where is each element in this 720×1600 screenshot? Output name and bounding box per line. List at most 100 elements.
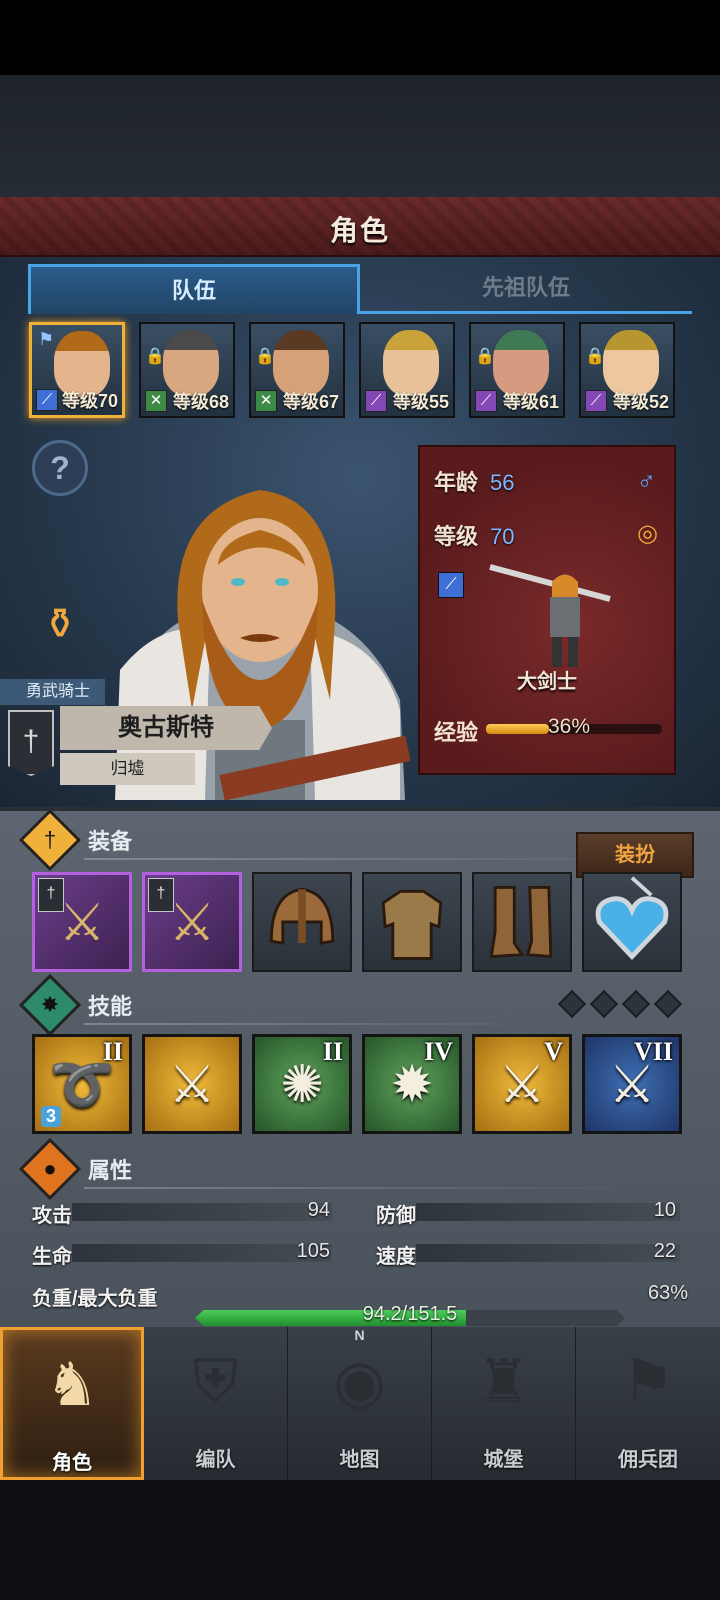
attack-label: 攻击: [32, 1205, 72, 1227]
banner-icon: †: [148, 878, 174, 912]
exp-percent: 36%: [548, 715, 591, 738]
banner-icon: †: [38, 878, 64, 912]
skill-rank: II: [102, 1037, 123, 1066]
guild-banner-icon: †: [8, 710, 54, 776]
person-icon: ●: [43, 1156, 57, 1181]
compass-map-icon: ◉: [333, 1348, 386, 1415]
dagger-icon: †: [43, 827, 57, 852]
equipment-slot-weapon[interactable]: ⚔ †: [32, 872, 132, 972]
ring-icon: ◎: [637, 520, 658, 547]
exp-bar-fill: [486, 724, 550, 734]
page-title: 角色: [329, 215, 390, 246]
nav-character[interactable]: ♞ 角色: [0, 1327, 144, 1480]
character-portrait: [115, 490, 411, 800]
nav-label: 地图: [339, 1449, 380, 1471]
leader-flag-icon: ⚑: [38, 329, 55, 349]
lock-icon: 🔒: [145, 348, 165, 365]
lock-icon: 🔒: [585, 348, 605, 365]
potion-bag-icon[interactable]: ⚱: [32, 596, 88, 652]
nav-map[interactable]: N ◉ 地图: [288, 1327, 432, 1480]
star-icon: ✸: [40, 992, 60, 1017]
top-backdrop: [0, 75, 720, 197]
skill-slot[interactable]: ⚔: [142, 1034, 242, 1134]
nav-label: 角色: [52, 1452, 92, 1474]
hero-card[interactable]: 🔒 ✕ 等级68: [139, 322, 235, 418]
armor-icon: [381, 889, 443, 960]
tab-ancestor-team[interactable]: 先祖队伍: [360, 264, 692, 314]
lock-icon: 🔒: [255, 348, 275, 365]
boots-icon: [489, 886, 553, 959]
skill-rank: II: [322, 1037, 343, 1066]
hero-level: 等级70: [61, 391, 118, 411]
skill-rank: VII: [633, 1037, 673, 1066]
heart-amulet-icon: [595, 876, 669, 961]
skill-slot[interactable]: ⚔ VII: [582, 1034, 682, 1134]
hero-card[interactable]: ⟋ 等级55: [359, 322, 455, 418]
speed-label: 速度: [376, 1246, 416, 1268]
tab-team[interactable]: 队伍: [28, 264, 360, 314]
hero-portrait: [273, 330, 329, 396]
equipment-slot-boots[interactable]: [472, 872, 572, 972]
equipment-slot-amulet[interactable]: [582, 872, 682, 972]
defense-value: 10: [653, 1199, 676, 1221]
skill-slot[interactable]: ✺ II: [252, 1034, 352, 1134]
load-percent: 63%: [647, 1282, 688, 1304]
skill-stack-count: 3: [41, 1106, 62, 1127]
hero-portrait: [383, 330, 439, 396]
attributes-title: 属性: [88, 1158, 133, 1183]
divider: [84, 858, 644, 860]
hero-portrait: [163, 330, 219, 396]
male-icon: ♂: [636, 465, 657, 495]
age-row: 年龄 56: [434, 465, 515, 497]
speed-value: 22: [653, 1240, 676, 1262]
equipment-title: 装备: [88, 829, 133, 854]
class-name: 大剑士: [517, 671, 577, 693]
attributes-header: ● 属性: [18, 1137, 708, 1201]
title-banner: 角色: [0, 197, 720, 257]
hero-card[interactable]: ⚑ ⟋ 等级70: [29, 322, 125, 418]
sword-class-icon: ⟋: [438, 572, 464, 598]
hero-level: 等级61: [502, 392, 559, 412]
skill-slot[interactable]: ⚔ V: [472, 1034, 572, 1134]
defense-label: 防御: [376, 1205, 416, 1227]
help-button[interactable]: ?: [32, 440, 88, 496]
equipment-slot-weapon[interactable]: ⚔ †: [142, 872, 242, 972]
skill-slot[interactable]: ➰ II 3: [32, 1034, 132, 1134]
hp-label: 生命: [32, 1246, 72, 1268]
age-label: 年龄: [434, 470, 479, 495]
nav-label: 佣兵团: [618, 1449, 678, 1471]
hero-card[interactable]: 🔒 ⟋ 等级61: [469, 322, 565, 418]
nav-label: 城堡: [483, 1449, 524, 1471]
nav-castle[interactable]: ♜ 城堡: [432, 1327, 576, 1480]
sword-aura-icon: ⚔: [168, 1056, 216, 1114]
hero-level: 等级68: [172, 392, 229, 412]
character-origin: 归墟: [60, 753, 195, 785]
hp-value: 105: [296, 1240, 330, 1262]
hero-level: 等级52: [612, 392, 669, 412]
nav-mercenary[interactable]: ⚑ 佣兵团: [576, 1327, 720, 1480]
knight-icon: ♞: [45, 1351, 99, 1418]
load-value: 94.2/151.5: [362, 1303, 458, 1325]
compass-north-label: N: [354, 1327, 365, 1343]
hero-card[interactable]: 🔒 ✕ 等级67: [249, 322, 345, 418]
divider: [84, 1187, 644, 1189]
divider: [84, 1023, 554, 1025]
load-label: 负重/最大负重: [32, 1288, 158, 1310]
equipment-slot-armor[interactable]: [362, 872, 462, 972]
character-name[interactable]: 奥古斯特: [60, 706, 272, 750]
nav-label: 编队: [195, 1449, 236, 1471]
age-value: 56: [490, 470, 515, 495]
level-value: 70: [490, 524, 515, 549]
helmet-icon: [269, 887, 335, 945]
hero-portrait: [603, 330, 659, 396]
nav-formation[interactable]: ⛨ 编队: [144, 1327, 288, 1480]
lock-icon: 🔒: [475, 348, 495, 365]
skill-rank: IV: [424, 1037, 453, 1066]
skill-slot[interactable]: ✹ IV: [362, 1034, 462, 1134]
attack-value: 94: [307, 1199, 330, 1221]
hero-card[interactable]: 🔒 ⟋ 等级52: [579, 322, 675, 418]
equipment-slot-helmet[interactable]: [252, 872, 352, 972]
exp-label: 经验: [434, 720, 479, 745]
screen: 角色 队伍 先祖队伍 ⚑ ⟋ 等级70 🔒 ✕ 等级68 🔒 ✕ 等级67 ⟋ …: [0, 0, 720, 1600]
hero-portrait: [493, 330, 549, 396]
